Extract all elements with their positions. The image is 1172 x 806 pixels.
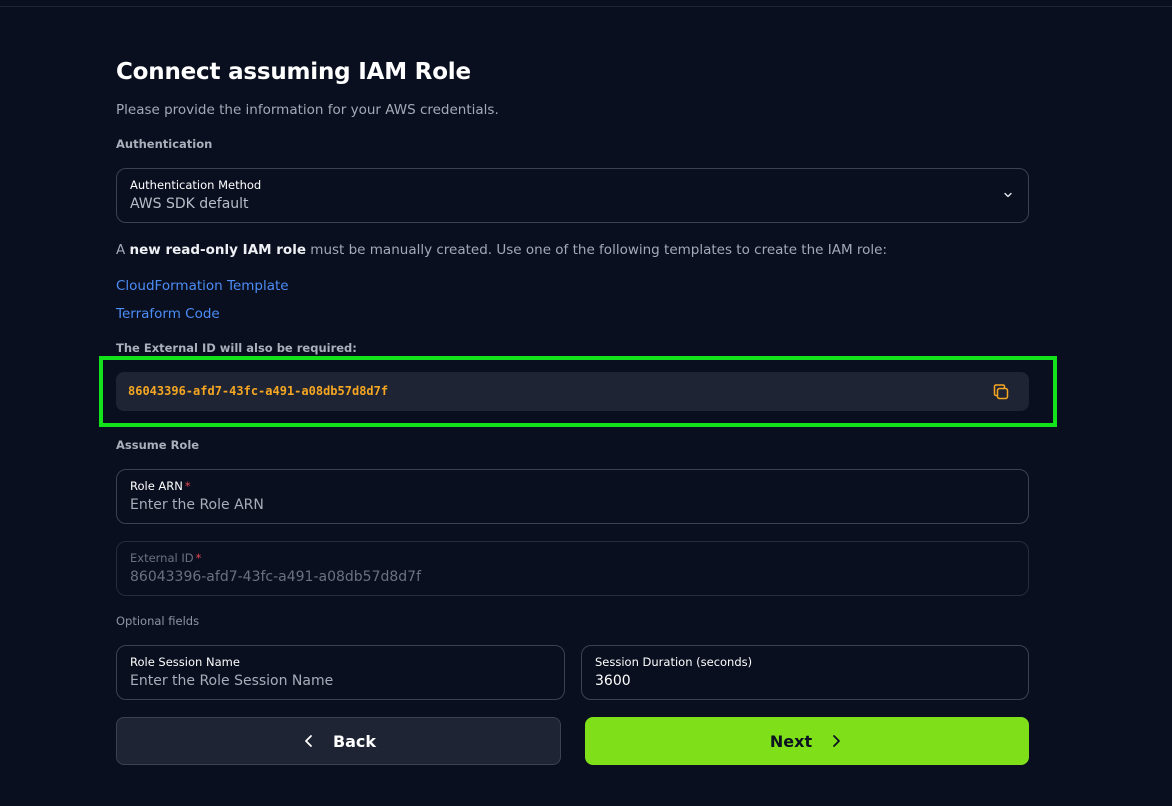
role-arn-input[interactable] <box>130 496 1014 514</box>
external-id-display: 86043396-afd7-43fc-a491-a08db57d8d7f <box>116 372 1029 411</box>
authentication-section-label: Authentication <box>116 137 213 151</box>
external-id-note: The External ID will also be required: <box>116 341 357 355</box>
cloudformation-template-link[interactable]: CloudFormation Template <box>116 278 289 294</box>
info-prefix: A <box>116 242 130 258</box>
iam-role-instructions: A new read-only IAM role must be manuall… <box>116 242 887 258</box>
required-marker: * <box>195 551 202 565</box>
next-button[interactable]: Next <box>585 717 1029 765</box>
info-suffix: must be manually created. Use one of the… <box>306 242 888 258</box>
role-session-name-field[interactable]: Role Session Name <box>116 645 565 700</box>
role-session-name-input[interactable] <box>130 672 550 690</box>
required-marker: * <box>184 479 191 493</box>
role-session-name-label: Role Session Name <box>130 655 240 669</box>
page-subtitle: Please provide the information for your … <box>116 102 499 118</box>
authentication-method-label: Authentication Method <box>130 178 262 192</box>
authentication-method-select[interactable]: Authentication Method AWS SDK default <box>116 168 1029 223</box>
optional-fields-label: Optional fields <box>116 614 200 628</box>
authentication-method-value: AWS SDK default <box>130 196 249 212</box>
assume-role-section-label: Assume Role <box>116 438 200 452</box>
session-duration-field[interactable]: Session Duration (seconds) 3600 <box>581 645 1029 700</box>
chevron-right-icon <box>833 735 841 747</box>
page-title: Connect assuming IAM Role <box>116 59 471 85</box>
info-bold: new read-only IAM role <box>129 242 306 258</box>
chevron-left-icon <box>305 735 312 747</box>
top-divider <box>0 6 1172 7</box>
session-duration-label: Session Duration (seconds) <box>595 655 753 669</box>
external-id-field: External ID * 86043396-afd7-43fc-a491-a08… <box>116 541 1029 596</box>
external-id-label: External ID * <box>130 551 202 565</box>
terraform-code-link[interactable]: Terraform Code <box>116 306 220 322</box>
next-button-label: Next <box>769 731 813 751</box>
external-id-input-value: 86043396-afd7-43fc-a491-a08db57d8d7f <box>130 569 422 585</box>
external-id-value: 86043396-afd7-43fc-a491-a08db57d8d7f <box>128 384 389 398</box>
back-button[interactable]: Back <box>116 717 561 765</box>
role-arn-field[interactable]: Role ARN * <box>116 469 1029 524</box>
role-arn-label: Role ARN * <box>130 479 191 493</box>
copy-icon[interactable] <box>991 382 1011 402</box>
chevron-down-icon <box>1004 192 1012 198</box>
back-button-label: Back <box>332 731 377 751</box>
session-duration-value[interactable]: 3600 <box>595 672 1014 690</box>
